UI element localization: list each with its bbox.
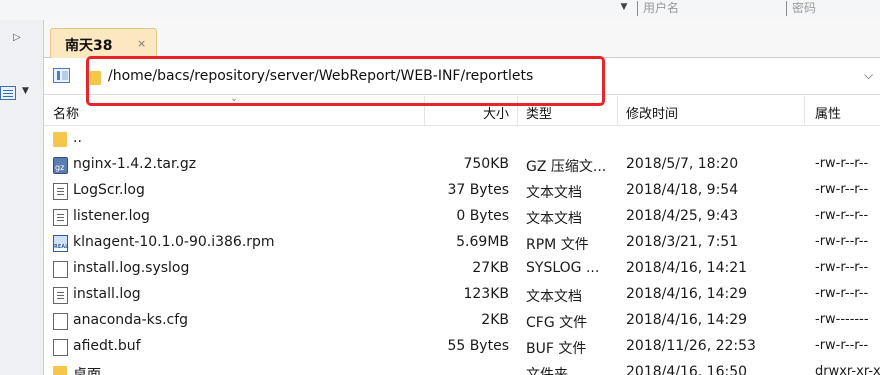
file-modified: 2018/5/7, 18:20 bbox=[626, 156, 739, 172]
file-row[interactable]: .. bbox=[44, 126, 880, 152]
file-modified: 2018/4/16, 14:29 bbox=[626, 286, 748, 302]
file-modified: 2018/4/16, 16:50 bbox=[626, 364, 748, 375]
file-modified: 2018/4/18, 9:54 bbox=[626, 182, 739, 198]
folder-icon bbox=[53, 132, 67, 147]
file-permissions: -rw-r--r-- bbox=[815, 286, 869, 301]
file-row[interactable]: install.log.syslog 27KB SYSLOG ... 2018/… bbox=[44, 256, 880, 282]
text-document-icon bbox=[53, 287, 68, 304]
folder-icon bbox=[53, 366, 67, 375]
file-row[interactable]: LogScr.log 37 Bytes 文本文档 2018/4/18, 9:54… bbox=[44, 178, 880, 204]
file-type: 文本文档 bbox=[526, 185, 582, 201]
username-input[interactable]: 用户名 bbox=[643, 0, 679, 16]
file-type: 文件夹 bbox=[526, 367, 568, 375]
file-modified: 2018/4/16, 14:21 bbox=[626, 260, 748, 276]
file-permissions: -rw-r--r-- bbox=[815, 182, 869, 197]
login-strip: ▼ 用户名 密码 bbox=[0, 0, 880, 20]
close-icon[interactable]: × bbox=[137, 37, 146, 50]
column-divider[interactable] bbox=[804, 96, 805, 126]
file-name: anaconda-ks.cfg bbox=[73, 312, 189, 328]
blank-file-icon bbox=[53, 313, 68, 330]
archive-icon bbox=[53, 157, 68, 174]
file-size: 750KB bbox=[463, 156, 509, 172]
rpm-package-icon bbox=[53, 235, 68, 252]
file-permissions: -rw-r--r-- bbox=[815, 234, 869, 249]
file-size: 37 Bytes bbox=[447, 182, 509, 198]
expand-arrow-icon[interactable]: ▷ bbox=[13, 32, 21, 43]
file-row[interactable]: anaconda-ks.cfg 2KB CFG 文件 2018/4/16, 14… bbox=[44, 308, 880, 334]
file-name: nginx-1.4.2.tar.gz bbox=[73, 156, 197, 172]
file-type: BUF 文件 bbox=[526, 341, 587, 357]
file-modified: 2018/4/25, 9:43 bbox=[626, 208, 739, 224]
file-row[interactable]: klnagent-10.1.0-90.i386.rpm 5.69MB RPM 文… bbox=[44, 230, 880, 256]
file-modified: 2018/4/16, 14:29 bbox=[626, 312, 748, 328]
file-type: RPM 文件 bbox=[526, 237, 589, 253]
file-name: LogScr.log bbox=[73, 182, 145, 198]
blank-file-icon bbox=[53, 339, 68, 356]
file-row[interactable]: nginx-1.4.2.tar.gz 750KB GZ 压缩文... 2018/… bbox=[44, 152, 880, 178]
file-name: afiedt.buf bbox=[73, 338, 141, 354]
tab-bar: 南天38 × bbox=[44, 20, 880, 58]
text-document-icon bbox=[53, 209, 68, 226]
file-size: 0 Bytes bbox=[456, 208, 509, 224]
column-name-header[interactable]: 名称 bbox=[53, 103, 79, 122]
file-row[interactable]: 桌面 文件夹 2018/4/16, 16:50 drwxr-xr-x bbox=[44, 360, 880, 375]
file-name: klnagent-10.1.0-90.i386.rpm bbox=[73, 234, 275, 250]
blank-file-icon bbox=[53, 261, 68, 278]
dropdown-arrow-icon[interactable]: ▼ bbox=[617, 0, 631, 16]
username-separator bbox=[637, 1, 638, 16]
file-row[interactable]: afiedt.buf 55 Bytes BUF 文件 2018/11/26, 2… bbox=[44, 334, 880, 360]
chevron-down-icon[interactable]: ⌵ bbox=[864, 68, 873, 83]
file-type: 文本文档 bbox=[526, 211, 582, 227]
file-size: 123KB bbox=[463, 286, 509, 302]
file-type: GZ 压缩文... bbox=[526, 159, 607, 175]
column-attributes-header[interactable]: 属性 bbox=[815, 103, 841, 122]
session-tab-label: 南天38 bbox=[65, 38, 113, 54]
file-modified: 2018/11/26, 22:53 bbox=[626, 338, 756, 354]
panel-toggle-icon[interactable] bbox=[53, 68, 70, 83]
file-size: 55 Bytes bbox=[447, 338, 509, 354]
highlight-annotation bbox=[86, 56, 605, 106]
file-permissions: -rw-r--r-- bbox=[815, 156, 869, 171]
file-name: listener.log bbox=[73, 208, 150, 224]
file-size: 5.69MB bbox=[456, 234, 509, 250]
password-separator bbox=[786, 1, 787, 16]
file-size: 2KB bbox=[481, 312, 509, 328]
file-row[interactable]: install.log 123KB 文本文档 2018/4/16, 14:29 … bbox=[44, 282, 880, 308]
file-permissions: -rw-r--r-- bbox=[815, 260, 869, 275]
column-modified-header[interactable]: 修改时间 bbox=[626, 103, 678, 122]
file-type: SYSLOG ... bbox=[526, 260, 600, 276]
file-permissions: -rw------- bbox=[815, 312, 869, 327]
file-permissions: -rw-r--r-- bbox=[815, 208, 869, 223]
file-row[interactable]: listener.log 0 Bytes 文本文档 2018/4/25, 9:4… bbox=[44, 204, 880, 230]
left-panel: ▷ ▼ bbox=[0, 20, 44, 375]
file-name: install.log bbox=[73, 286, 141, 302]
file-modified: 2018/3/21, 7:51 bbox=[626, 234, 739, 250]
column-divider[interactable] bbox=[617, 96, 618, 126]
file-type: CFG 文件 bbox=[526, 315, 588, 331]
session-tab[interactable]: 南天38 × bbox=[50, 28, 157, 58]
file-manager-window: ▼ 用户名 密码 ▷ ▼ 南天38 × /home/bacs/repositor… bbox=[0, 0, 880, 375]
file-list: .. nginx-1.4.2.tar.gz 750KB GZ 压缩文... 20… bbox=[44, 126, 880, 375]
file-name: .. bbox=[73, 130, 82, 146]
file-name: install.log.syslog bbox=[73, 260, 190, 276]
list-view-icon[interactable] bbox=[0, 86, 16, 100]
view-dropdown-icon[interactable]: ▼ bbox=[22, 86, 29, 96]
file-name: 桌面 bbox=[73, 367, 101, 375]
file-type: 文本文档 bbox=[526, 289, 582, 305]
text-document-icon bbox=[53, 183, 68, 200]
password-input[interactable]: 密码 bbox=[792, 0, 816, 16]
file-permissions: drwxr-xr-x bbox=[815, 364, 880, 375]
file-size: 27KB bbox=[472, 260, 509, 276]
file-permissions: -rw-r--r-- bbox=[815, 338, 869, 353]
